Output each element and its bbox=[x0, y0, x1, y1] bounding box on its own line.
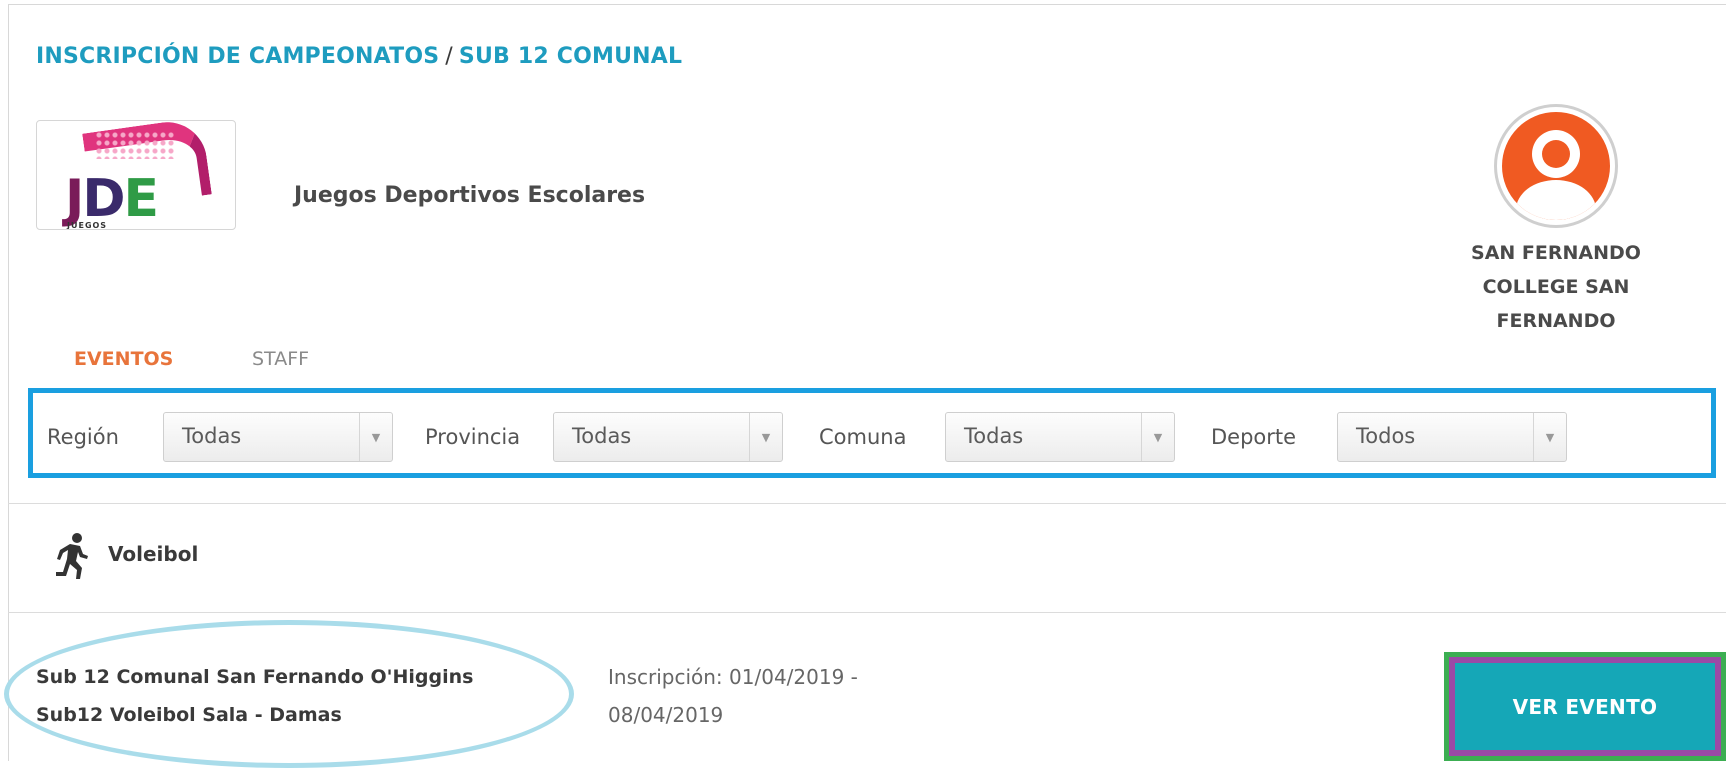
user-avatar-icon bbox=[1502, 112, 1610, 220]
tab-eventos[interactable]: EVENTOS bbox=[74, 348, 173, 370]
filter-label-comuna: Comuna bbox=[819, 425, 907, 449]
organization-name: Juegos Deportivos Escolares bbox=[294, 183, 646, 208]
logo-dots bbox=[95, 131, 175, 159]
ver-evento-button[interactable]: VER EVENTO bbox=[1455, 663, 1715, 750]
tab-staff[interactable]: STAFF bbox=[252, 348, 309, 370]
divider bbox=[8, 503, 1726, 504]
breadcrumb-section[interactable]: INSCRIPCIÓN DE CAMPEONATOS bbox=[36, 44, 439, 69]
chevron-down-icon: ▼ bbox=[359, 413, 392, 461]
filter-bar: Región Todas ▼ Provincia Todas ▼ Comuna … bbox=[28, 388, 1716, 478]
runner-icon bbox=[56, 533, 88, 579]
logo-letters: JDE bbox=[65, 169, 159, 229]
chevron-down-icon: ▼ bbox=[1141, 413, 1174, 461]
ver-evento-highlight: VER EVENTO bbox=[1444, 652, 1726, 761]
sport-name: Voleibol bbox=[108, 542, 199, 566]
breadcrumb: INSCRIPCIÓN DE CAMPEONATOS / SUB 12 COMUNA… bbox=[36, 44, 682, 69]
region-select[interactable]: Todas ▼ bbox=[163, 412, 393, 462]
breadcrumb-current: SUB 12 COMUNAL bbox=[458, 44, 683, 69]
event-registration-dates: Inscripción: 01/04/2019 - 08/04/2019 bbox=[608, 665, 858, 727]
provincia-select[interactable]: Todas ▼ bbox=[553, 412, 783, 462]
chevron-down-icon: ▼ bbox=[1533, 413, 1566, 461]
logo-subtext: JUEGOS bbox=[67, 221, 108, 230]
event-title: Sub 12 Comunal San Fernando O'Higgins Su… bbox=[36, 666, 474, 726]
user-name: SAN FERNANDO COLLEGE SAN FERNANDO bbox=[1471, 242, 1641, 332]
divider bbox=[8, 612, 1726, 613]
breadcrumb-separator: / bbox=[445, 44, 453, 69]
deporte-select[interactable]: Todos ▼ bbox=[1337, 412, 1567, 462]
chevron-down-icon: ▼ bbox=[749, 413, 782, 461]
filter-label-provincia: Provincia bbox=[425, 425, 521, 449]
user-avatar[interactable] bbox=[1494, 104, 1618, 228]
comuna-select[interactable]: Todas ▼ bbox=[945, 412, 1175, 462]
filter-label-deporte: Deporte bbox=[1211, 425, 1297, 449]
filter-label-region: Región bbox=[47, 425, 119, 449]
organization-logo: JDE JUEGOS bbox=[36, 120, 236, 230]
